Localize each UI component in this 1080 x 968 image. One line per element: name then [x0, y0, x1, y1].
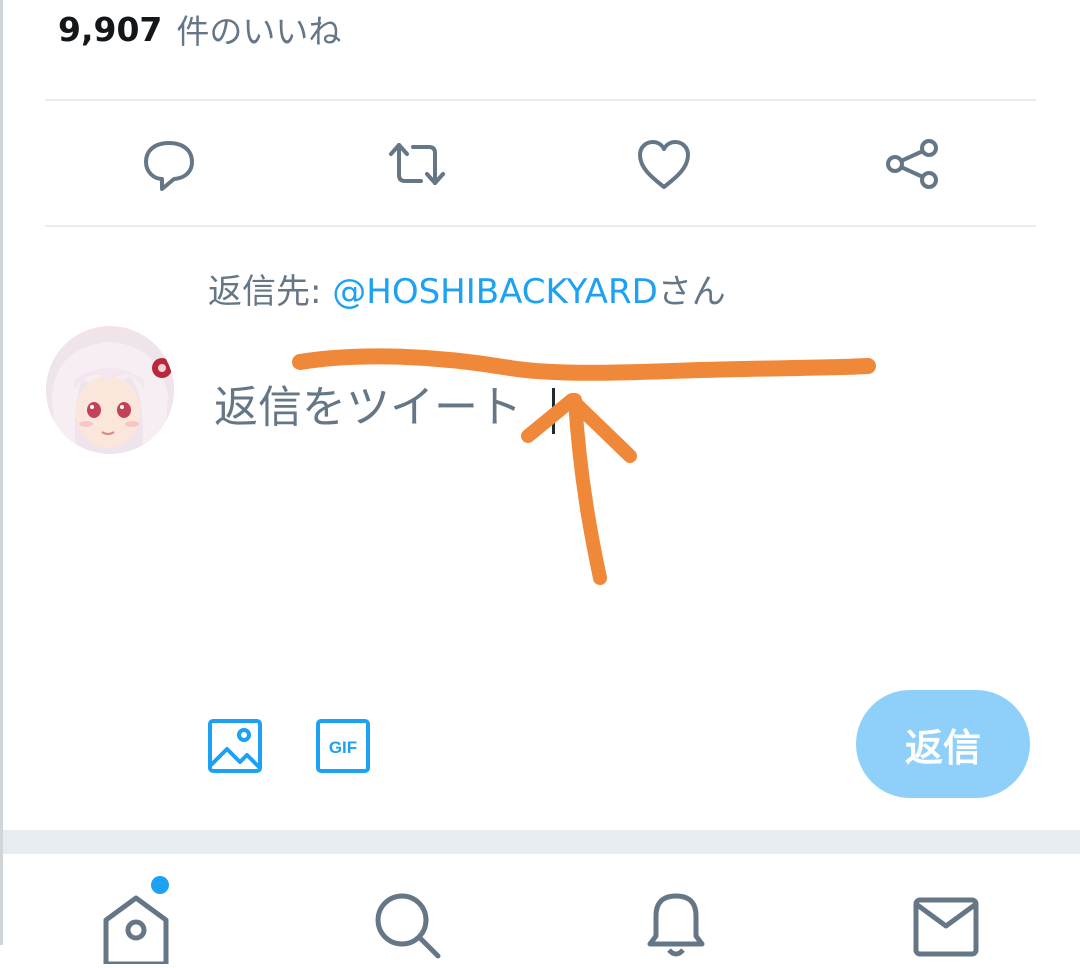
- retweet-icon: [389, 143, 445, 185]
- gif-icon: GIF: [316, 719, 370, 773]
- likes-label: 件のいいね: [176, 12, 342, 51]
- nav-messages[interactable]: [906, 884, 986, 964]
- divider-top: [45, 99, 1036, 101]
- reply-to-handle-link[interactable]: @HOSHIBACKYARD: [332, 272, 658, 312]
- divider-actions: [45, 225, 1036, 227]
- reply-to-suffix: さん: [657, 272, 726, 312]
- nav-search[interactable]: [364, 884, 444, 964]
- search-icon: [375, 893, 441, 959]
- annotation-underline-stroke: [292, 348, 876, 381]
- notifications-icon: [647, 893, 705, 957]
- share-action-button[interactable]: [880, 132, 944, 196]
- text-caret: [552, 388, 555, 434]
- reply-submit-button[interactable]: 返信: [856, 690, 1030, 798]
- reply-compose-input[interactable]: 返信をツイート: [214, 378, 522, 438]
- retweet-action-button[interactable]: [385, 132, 449, 196]
- image-icon: [208, 719, 262, 773]
- add-image-button[interactable]: [207, 718, 263, 774]
- messages-icon: [913, 897, 979, 957]
- nav-notifications[interactable]: [636, 884, 716, 964]
- reply-to-prefix: 返信先:: [208, 272, 333, 312]
- likes-summary[interactable]: 9,907 件のいいね: [58, 6, 341, 52]
- reply-action-button[interactable]: [137, 132, 201, 196]
- add-gif-button[interactable]: GIF: [315, 718, 371, 774]
- gif-label: GIF: [329, 738, 357, 757]
- reply-icon: [144, 141, 194, 191]
- annotation-arrow-head: [521, 393, 637, 463]
- home-icon: [103, 895, 169, 967]
- section-separator: [3, 830, 1080, 854]
- user-avatar[interactable]: [46, 326, 174, 454]
- annotation-arrow-shaft: [568, 393, 607, 585]
- left-edge-border: [0, 0, 3, 945]
- reply-to-line: 返信先: @HOSHIBACKYARDさん: [208, 264, 726, 313]
- home-notification-dot: [151, 876, 169, 894]
- like-action-button[interactable]: [632, 132, 696, 196]
- share-icon: [886, 139, 938, 189]
- like-icon: [638, 140, 690, 189]
- nav-home[interactable]: [96, 884, 176, 967]
- likes-count: 9,907: [58, 9, 163, 49]
